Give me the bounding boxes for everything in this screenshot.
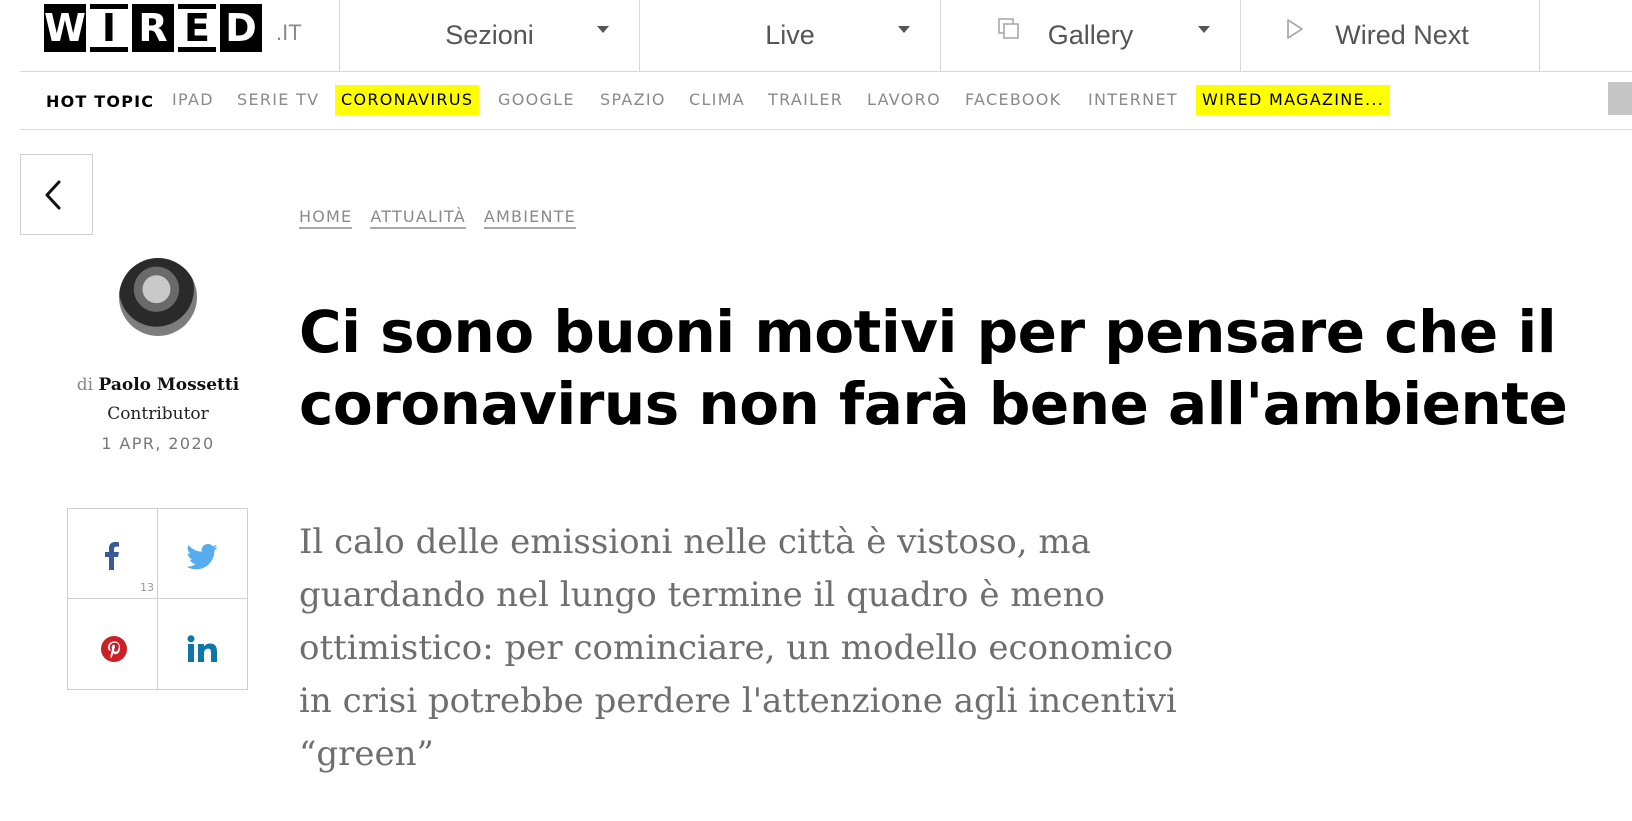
breadcrumb: HOME ATTUALITÀ AMBIENTE: [299, 207, 576, 229]
author-avatar[interactable]: [119, 258, 197, 336]
logo-letter-d: D: [220, 4, 262, 52]
nav-sezioni[interactable]: Sezioni: [339, 0, 639, 71]
topic-google[interactable]: GOOGLE: [498, 85, 575, 115]
linkedin-icon: [187, 635, 217, 662]
topic-ipad[interactable]: IPAD: [172, 85, 214, 115]
share-twitter-button[interactable]: [158, 509, 248, 599]
logo-letter-r: R: [132, 4, 174, 52]
article-headline: Ci sono buoni motivi per pensare che il …: [299, 296, 1599, 440]
hot-topic-bar: HOT TOPIC IPAD SERIE TV CORONAVIRUS GOOG…: [20, 72, 1632, 130]
facebook-share-count: 13: [140, 581, 154, 594]
breadcrumb-home[interactable]: HOME: [299, 207, 353, 229]
topic-lavoro[interactable]: LAVORO: [867, 85, 941, 115]
author-byline: di Paolo Mossetti: [60, 375, 256, 395]
author-name[interactable]: Paolo Mossetti: [99, 375, 240, 395]
topic-internet[interactable]: INTERNET: [1088, 85, 1178, 115]
hot-topic-scroll-handle[interactable]: [1608, 82, 1632, 115]
topic-facebook[interactable]: FACEBOOK: [965, 85, 1061, 115]
breadcrumb-ambiente[interactable]: AMBIENTE: [483, 207, 576, 229]
chevron-down-icon: [597, 26, 609, 33]
logo-letter-e: E: [178, 4, 216, 52]
logo-letter-i: I: [90, 4, 128, 52]
chevron-down-icon: [1198, 26, 1210, 33]
logo-wordmark: W I R E D: [44, 4, 262, 52]
nav-wired-next-label: Wired Next: [1335, 20, 1469, 50]
nav-live[interactable]: Live: [639, 0, 940, 71]
headline-line-2: coronavirus non farà bene all'ambiente: [299, 370, 1568, 438]
logo-suffix: .IT: [276, 20, 302, 45]
author-prefix: di: [76, 375, 94, 395]
author-role: Contributor: [107, 404, 209, 424]
nav-wired-next[interactable]: Wired Next: [1240, 0, 1540, 71]
top-navigation-bar: W I R E D .IT Sezioni Live Gallery Wired…: [20, 0, 1632, 72]
facebook-icon: [105, 542, 119, 570]
topic-clima[interactable]: CLIMA: [689, 85, 745, 115]
wired-logo[interactable]: W I R E D .IT: [44, 4, 302, 52]
nav-sezioni-label: Sezioni: [445, 20, 534, 50]
nav-gallery-label: Gallery: [1047, 20, 1134, 50]
pinterest-icon: [101, 636, 127, 662]
topic-spazio[interactable]: SPAZIO: [600, 85, 666, 115]
topic-serie-tv[interactable]: SERIE TV: [237, 85, 319, 115]
hot-topic-title: HOT TOPIC: [46, 92, 155, 111]
chevron-left-icon: [45, 180, 61, 210]
twitter-icon: [186, 544, 218, 570]
play-icon: [1287, 19, 1303, 39]
chevron-down-icon: [898, 26, 910, 33]
headline-line-1: Ci sono buoni motivi per pensare che il: [299, 298, 1557, 366]
gallery-icon: [998, 18, 1019, 39]
share-grid: 13: [67, 508, 248, 690]
share-linkedin-button[interactable]: [158, 599, 248, 689]
nav-live-label: Live: [765, 20, 815, 50]
publish-date: 1 APR, 2020: [101, 434, 215, 453]
topic-trailer[interactable]: TRAILER: [768, 85, 843, 115]
topic-wired-magazine[interactable]: WIRED MAGAZINE...: [1196, 85, 1391, 115]
back-button[interactable]: [20, 154, 93, 235]
breadcrumb-attualita[interactable]: ATTUALITÀ: [370, 207, 466, 229]
topic-coronavirus[interactable]: CORONAVIRUS: [335, 85, 480, 115]
article-dek: Il calo delle emissioni nelle città è vi…: [299, 522, 1177, 774]
share-facebook-button[interactable]: 13: [68, 509, 158, 599]
logo-letter-w: W: [44, 4, 86, 52]
share-pinterest-button[interactable]: [68, 599, 158, 689]
nav-gallery[interactable]: Gallery: [940, 0, 1240, 71]
